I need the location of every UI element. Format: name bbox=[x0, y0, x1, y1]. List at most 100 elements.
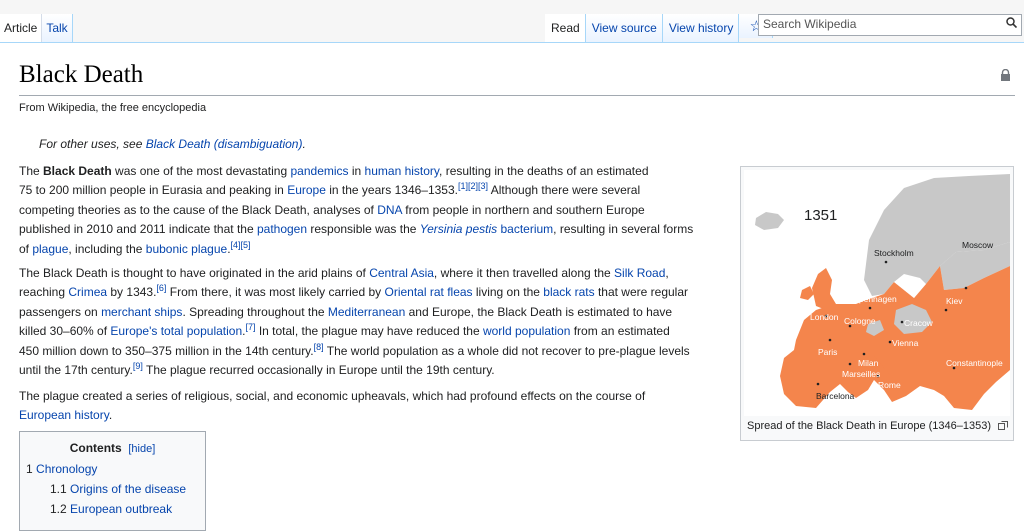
paragraph-text: competing theories as to the cause of th… bbox=[19, 202, 378, 217]
inline-link[interactable]: pandemics bbox=[291, 164, 349, 178]
paragraph-text: From there, it was most likely carried b… bbox=[166, 285, 385, 300]
paragraph-text: living on the bbox=[472, 285, 544, 300]
paragraph-text: . Spreading throughout the bbox=[182, 304, 328, 319]
inline-link[interactable]: world population bbox=[483, 324, 570, 338]
inline-link[interactable]: European history bbox=[19, 408, 109, 422]
paragraph-text: , where it then travelled along the bbox=[433, 266, 615, 280]
hatnote-suffix: . bbox=[302, 137, 306, 151]
black-death-map[interactable]: 1351 Stockholm Moscow Copenhagen Kiev Lo… bbox=[744, 170, 1010, 416]
citation-link[interactable]: [1][2][3] bbox=[458, 181, 488, 191]
inline-link[interactable]: merchant ships bbox=[101, 305, 182, 319]
figure-thumbnail: 1351 Stockholm Moscow Copenhagen Kiev Lo… bbox=[740, 166, 1014, 441]
citation-link[interactable]: [6] bbox=[156, 283, 166, 293]
citation-link[interactable]: [4][5] bbox=[231, 240, 251, 250]
lock-icon[interactable] bbox=[1000, 69, 1011, 81]
paragraph-text: Although there were several bbox=[488, 183, 641, 198]
inline-link[interactable]: Europe bbox=[287, 183, 326, 197]
paragraph-text: In total, the plague may have reduced th… bbox=[255, 324, 483, 339]
paragraph-text: 75 to 200 million people in Eurasia and … bbox=[19, 183, 288, 198]
tab-article[interactable]: Article bbox=[0, 14, 43, 42]
citation-link[interactable]: [8] bbox=[314, 342, 324, 352]
city-label: Stockholm bbox=[874, 248, 914, 258]
search-input[interactable] bbox=[759, 15, 997, 33]
paragraph-text: 450 million down to 350–375 million in t… bbox=[19, 343, 314, 358]
tab-view-source[interactable]: View source bbox=[585, 14, 663, 42]
inline-link[interactable]: Oriental rat fleas bbox=[385, 285, 473, 299]
toc-item-number: 1.1 bbox=[50, 482, 67, 496]
inline-link[interactable]: Mediterranean bbox=[328, 305, 405, 319]
toc-item-label: European outbreak bbox=[70, 502, 173, 516]
title-divider bbox=[19, 95, 1015, 96]
paragraph-text: by 1343. bbox=[107, 285, 157, 300]
toc-item[interactable]: 1 Chronology bbox=[26, 462, 97, 476]
city-label: Milan bbox=[858, 358, 879, 368]
inline-link[interactable]: Central Asia bbox=[369, 266, 434, 280]
city-label: Constantinople bbox=[946, 358, 1003, 368]
city-label: Marseilles bbox=[842, 369, 880, 379]
paragraph-text: and Europe, the Black Death is estimated… bbox=[405, 304, 673, 319]
toc-item[interactable]: 1.2 European outbreak bbox=[50, 502, 172, 516]
main-content: Black Death From Wikipedia, the free enc… bbox=[0, 42, 1024, 531]
paragraph-text: The Black Death is thought to have origi… bbox=[19, 266, 370, 280]
tagline: From Wikipedia, the free encyclopedia bbox=[19, 102, 207, 114]
paragraph-text: from an estimated bbox=[570, 324, 670, 339]
city-label: Copenhagen bbox=[848, 294, 897, 304]
toc-hide-link[interactable]: [hide] bbox=[128, 443, 155, 455]
city-label: Rome bbox=[878, 380, 901, 390]
inline-link[interactable]: pathogen bbox=[257, 222, 307, 236]
paragraph-text: of bbox=[19, 241, 33, 256]
hatnote-text: For other uses, see bbox=[39, 137, 146, 151]
page-title: Black Death bbox=[19, 61, 144, 88]
paragraph-text: , including the bbox=[68, 241, 146, 256]
paragraph-text: in bbox=[348, 164, 365, 178]
tab-read[interactable]: Read bbox=[545, 14, 586, 42]
paragraph-text: , resulting in the deaths of an estimate… bbox=[439, 164, 649, 178]
citation-link[interactable]: [7] bbox=[245, 322, 255, 332]
paragraph-text: The plague created a series of religious… bbox=[19, 389, 646, 403]
paragraph-text: , resulting in several forms bbox=[553, 222, 694, 237]
toc-item-label: Chronology bbox=[36, 462, 98, 476]
table-of-contents: Contents [hide] 1 Chronology 1.1 Origins… bbox=[19, 431, 206, 531]
toc-title: Contents bbox=[69, 441, 122, 455]
hatnote-link[interactable]: Black Death (disambiguation) bbox=[146, 137, 303, 151]
toc-title-row: Contents [hide] bbox=[20, 441, 205, 455]
tab-view-history[interactable]: View history bbox=[662, 14, 740, 42]
paragraph-text: that were regular bbox=[594, 285, 689, 300]
paragraph-text: . bbox=[108, 408, 113, 423]
toc-item[interactable]: 1.1 Origins of the disease bbox=[50, 482, 186, 496]
inline-link[interactable]: plague bbox=[32, 242, 68, 256]
inline-link[interactable]: black rats bbox=[543, 285, 594, 299]
city-label: Barcelona bbox=[816, 391, 855, 401]
paragraph-text: , bbox=[665, 266, 669, 280]
inline-link[interactable]: bubonic plague bbox=[146, 242, 227, 256]
enlarge-icon[interactable] bbox=[998, 421, 1008, 433]
paragraph-text: The world population as a whole did not … bbox=[323, 343, 690, 358]
city-label: London bbox=[810, 312, 839, 322]
search-box bbox=[758, 14, 1022, 36]
city-label: Vienna bbox=[892, 338, 919, 348]
paragraph-text: from people in northern and southern Eur… bbox=[401, 202, 645, 217]
inline-link[interactable]: DNA bbox=[377, 203, 402, 217]
inline-link[interactable]: Crimea bbox=[68, 285, 107, 299]
inline-link[interactable]: Yersinia pestis bbox=[420, 222, 497, 236]
tab-talk[interactable]: Talk bbox=[42, 14, 73, 42]
paragraph-text: reaching bbox=[19, 285, 69, 300]
magnifier-icon[interactable] bbox=[1006, 17, 1018, 31]
figure-caption: Spread of the Black Death in Europe (134… bbox=[747, 420, 991, 432]
city-label: Cracow bbox=[904, 318, 934, 328]
paragraph-text: published in 2010 and 2011 indicate that… bbox=[19, 222, 257, 237]
intro-paragraph-2: The Black Death is thought to have origi… bbox=[19, 264, 719, 380]
city-label: Paris bbox=[818, 347, 837, 357]
inline-link[interactable]: bacterium bbox=[500, 222, 553, 236]
toc-item-label: Origins of the disease bbox=[70, 482, 187, 496]
inline-link[interactable]: Silk Road bbox=[614, 266, 665, 280]
namespace-tabs: Article Talk bbox=[0, 14, 73, 42]
bold-text: Black Death bbox=[43, 164, 112, 178]
toc-item-number: 1 bbox=[26, 462, 33, 476]
inline-link[interactable]: Europe's total population bbox=[110, 324, 242, 338]
citation-link[interactable]: [9] bbox=[133, 361, 143, 371]
paragraph-text: responsible was the bbox=[307, 222, 420, 237]
paragraph-text: was one of the most devastating bbox=[111, 164, 291, 178]
city-label: Moscow bbox=[962, 240, 994, 250]
inline-link[interactable]: human history bbox=[365, 164, 439, 178]
